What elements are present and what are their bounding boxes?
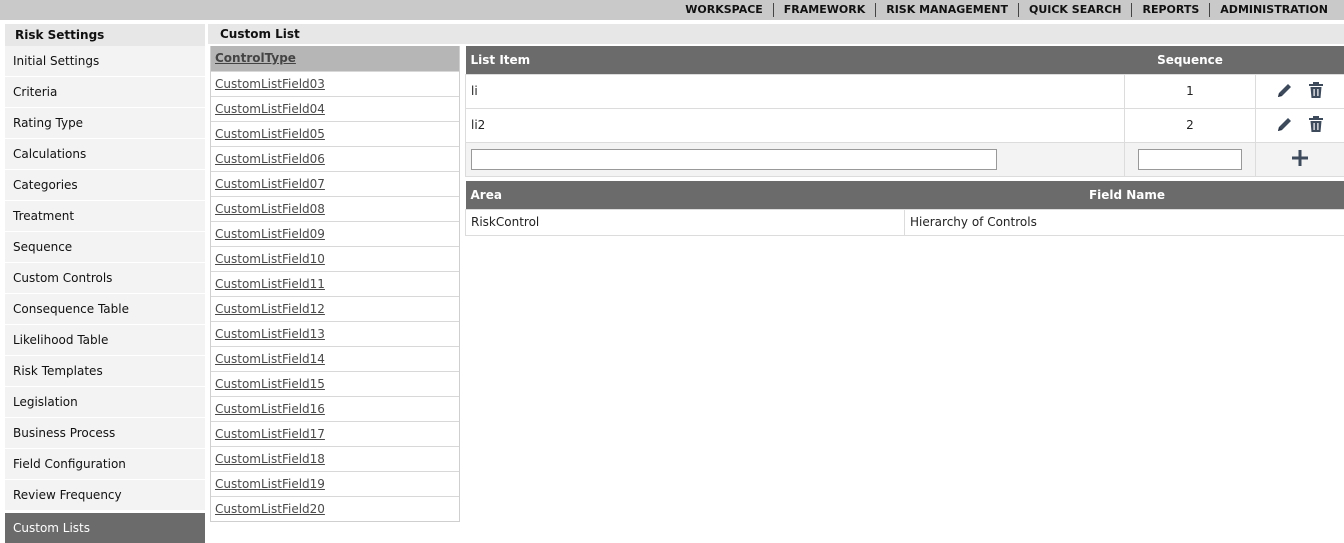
list-item: CustomListField07 [211, 171, 459, 196]
new-list-item-input[interactable] [471, 148, 997, 170]
page-title: Custom List [208, 24, 1344, 44]
control-type-link[interactable]: CustomListField15 [215, 377, 325, 391]
control-type-link[interactable]: CustomListField04 [215, 102, 325, 116]
list-item-table: List Item Sequence li 1 li2 2 [465, 46, 1344, 177]
control-type-link[interactable]: CustomListField10 [215, 252, 325, 266]
new-sequence-input[interactable] [1138, 148, 1242, 170]
sidebar-title: Risk Settings [5, 24, 205, 46]
table-row: li 1 [465, 73, 1344, 109]
area-table: Area Field Name RiskControl Hierarchy of… [465, 181, 1344, 236]
table-row: li2 2 [465, 107, 1344, 143]
sidebar-item-legislation[interactable]: Legislation [5, 387, 205, 418]
list-item: CustomListField11 [211, 271, 459, 296]
sidebar-item-likelihood-table[interactable]: Likelihood Table [5, 325, 205, 356]
control-type-link[interactable]: CustomListField03 [215, 77, 325, 91]
control-type-link[interactable]: CustomListField08 [215, 202, 325, 216]
new-item-row [465, 141, 1344, 177]
nav-administration[interactable]: ADMINISTRATION [1209, 3, 1338, 17]
list-item: CustomListField16 [211, 396, 459, 421]
trash-icon[interactable] [1308, 81, 1324, 102]
new-item-cell [465, 141, 1125, 177]
sidebar-item-sequence[interactable]: Sequence [5, 232, 205, 263]
sidebar-item-consequence-table[interactable]: Consequence Table [5, 294, 205, 325]
control-type-link[interactable]: CustomListField20 [215, 502, 325, 516]
list-item: CustomListField05 [211, 121, 459, 146]
list-item-cell: li [465, 73, 1125, 109]
sidebar-item-review-frequency[interactable]: Review Frequency [5, 480, 205, 511]
list-item-cell: li2 [465, 107, 1125, 143]
sidebar-item-rating-type[interactable]: Rating Type [5, 108, 205, 139]
list-item: CustomListField03 [211, 71, 459, 96]
add-cell [1255, 141, 1344, 177]
sequence-column-header: Sequence [1124, 46, 1256, 74]
control-type-link[interactable]: CustomListField13 [215, 327, 325, 341]
control-type-link[interactable]: CustomListField16 [215, 402, 325, 416]
sidebar-item-calculations[interactable]: Calculations [5, 139, 205, 170]
list-item: CustomListField13 [211, 321, 459, 346]
nav-workspace[interactable]: WORKSPACE [675, 3, 773, 17]
field-name-cell: Hierarchy of Controls [904, 208, 1344, 236]
list-item: CustomListField12 [211, 296, 459, 321]
pencil-icon[interactable] [1276, 115, 1294, 136]
control-type-link[interactable]: CustomListField07 [215, 177, 325, 191]
new-sequence-cell [1124, 141, 1256, 177]
control-type-link[interactable]: CustomListField05 [215, 127, 325, 141]
list-item: CustomListField04 [211, 96, 459, 121]
sidebar-item-categories[interactable]: Categories [5, 170, 205, 201]
nav-risk-management[interactable]: RISK MANAGEMENT [875, 3, 1018, 17]
pencil-icon[interactable] [1276, 81, 1294, 102]
sidebar-item-custom-lists[interactable]: Custom Lists [5, 513, 205, 543]
control-type-link[interactable]: CustomListField19 [215, 477, 325, 491]
nav-quick-search[interactable]: QUICK SEARCH [1017, 3, 1132, 17]
control-type-link[interactable]: CustomListField12 [215, 302, 325, 316]
control-type-header: ControlType [211, 46, 459, 71]
sidebar-item-initial-settings[interactable]: Initial Settings [5, 46, 205, 77]
sidebar-item-custom-controls[interactable]: Custom Controls [5, 263, 205, 294]
sequence-cell: 2 [1124, 107, 1256, 143]
list-item: CustomListField15 [211, 371, 459, 396]
sequence-cell: 1 [1124, 73, 1256, 109]
area-column-header: Area [465, 181, 905, 209]
control-type-link[interactable]: CustomListField09 [215, 227, 325, 241]
list-item: CustomListField08 [211, 196, 459, 221]
sidebar: Risk Settings Initial Settings Criteria … [5, 24, 205, 543]
control-type-link[interactable]: CustomListField06 [215, 152, 325, 166]
list-item: CustomListField20 [211, 496, 459, 521]
sidebar-item-risk-templates[interactable]: Risk Templates [5, 356, 205, 387]
actions-column-header [1255, 46, 1344, 74]
list-item: CustomListField06 [211, 146, 459, 171]
list-item: CustomListField14 [211, 346, 459, 371]
trash-icon[interactable] [1308, 115, 1324, 136]
area-cell: RiskControl [465, 208, 905, 236]
list-item: CustomListField17 [211, 421, 459, 446]
control-type-link[interactable]: CustomListField14 [215, 352, 325, 366]
sidebar-item-field-configuration[interactable]: Field Configuration [5, 449, 205, 480]
plus-icon[interactable] [1291, 149, 1309, 170]
row-actions [1255, 107, 1344, 143]
control-type-link[interactable]: CustomListField17 [215, 427, 325, 441]
control-type-link[interactable]: CustomListField18 [215, 452, 325, 466]
nav-framework[interactable]: FRAMEWORK [772, 3, 875, 17]
field-name-column-header: Field Name [904, 181, 1344, 209]
table-row: RiskControl Hierarchy of Controls [465, 208, 1344, 236]
control-type-sort-link[interactable]: ControlType [215, 51, 296, 65]
sidebar-item-treatment[interactable]: Treatment [5, 201, 205, 232]
list-item: CustomListField10 [211, 246, 459, 271]
top-nav-bar: WORKSPACE FRAMEWORK RISK MANAGEMENT QUIC… [0, 0, 1344, 20]
sidebar-item-business-process[interactable]: Business Process [5, 418, 205, 449]
control-type-link[interactable]: CustomListField11 [215, 277, 325, 291]
list-item: CustomListField19 [211, 471, 459, 496]
list-item: CustomListField18 [211, 446, 459, 471]
list-item: CustomListField09 [211, 221, 459, 246]
sidebar-item-criteria[interactable]: Criteria [5, 77, 205, 108]
nav-reports[interactable]: REPORTS [1131, 3, 1209, 17]
control-type-list: ControlType CustomListField03 CustomListF… [210, 46, 460, 522]
row-actions [1255, 73, 1344, 109]
list-item-column-header: List Item [465, 46, 1125, 74]
